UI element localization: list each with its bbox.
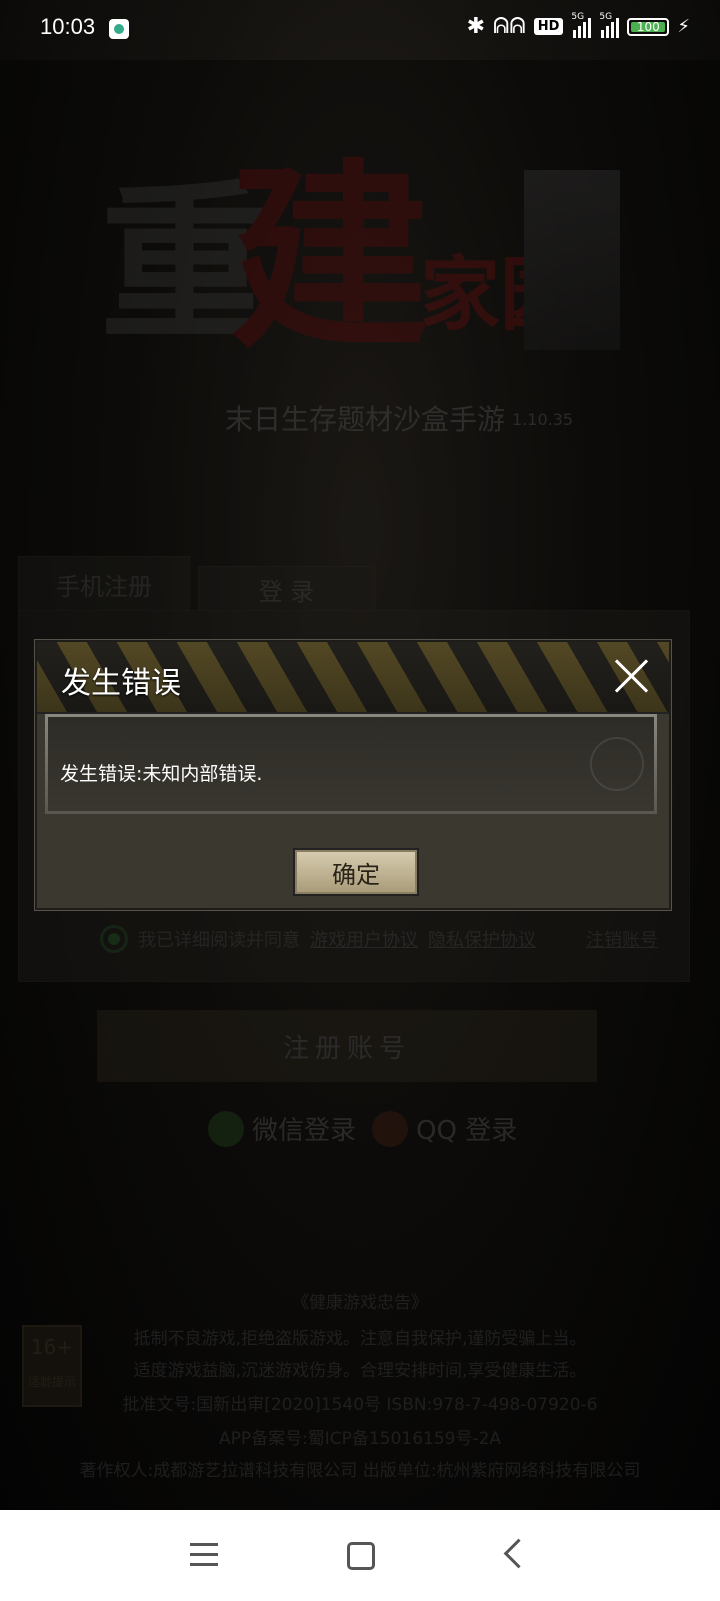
menu-icon[interactable] — [190, 1543, 218, 1567]
message-box: 发生错误:未知内部错误. — [45, 714, 657, 814]
app-screen: 重 建 家园 末日生存题材沙盒手游 1.10.35 手机注册 登 录 我已详细阅… — [0, 0, 720, 1510]
earbuds-icon: ᕱᕱ — [493, 14, 526, 39]
notification-app-icon — [109, 19, 129, 39]
emblem-icon — [590, 737, 644, 791]
signal-icon: 5G — [571, 12, 592, 38]
dialog-title: 发生错误 — [61, 666, 181, 701]
signal-icon: 5G — [599, 12, 620, 38]
back-icon[interactable] — [503, 1538, 534, 1569]
error-message: 发生错误:未知内部错误. — [60, 763, 263, 785]
network-type: 5G — [571, 11, 585, 22]
status-icons: ✱ ᕱᕱ HD 5G 5G 100 ⚡ — [466, 12, 690, 40]
message-inner: 发生错误:未知内部错误. — [48, 717, 654, 811]
confirm-button[interactable]: 确定 — [293, 848, 419, 896]
charging-icon: ⚡ — [677, 16, 690, 37]
home-icon[interactable] — [347, 1542, 375, 1570]
battery-icon: 100 — [627, 17, 670, 36]
close-icon[interactable] — [611, 654, 651, 694]
error-dialog: 发生错误 发生错误:未知内部错误. 确定 — [35, 640, 671, 910]
status-time: 10:03 — [40, 14, 96, 39]
dialog-header: 发生错误 — [37, 642, 669, 714]
navigation-bar — [0, 1510, 720, 1601]
network-type: 5G — [599, 11, 613, 22]
hd-icon: HD — [533, 18, 564, 35]
bluetooth-icon: ✱ — [466, 14, 486, 39]
status-bar: 10:03 ✱ ᕱᕱ HD 5G 5G 100 ⚡ — [0, 0, 720, 60]
battery-level: 100 — [631, 21, 666, 33]
